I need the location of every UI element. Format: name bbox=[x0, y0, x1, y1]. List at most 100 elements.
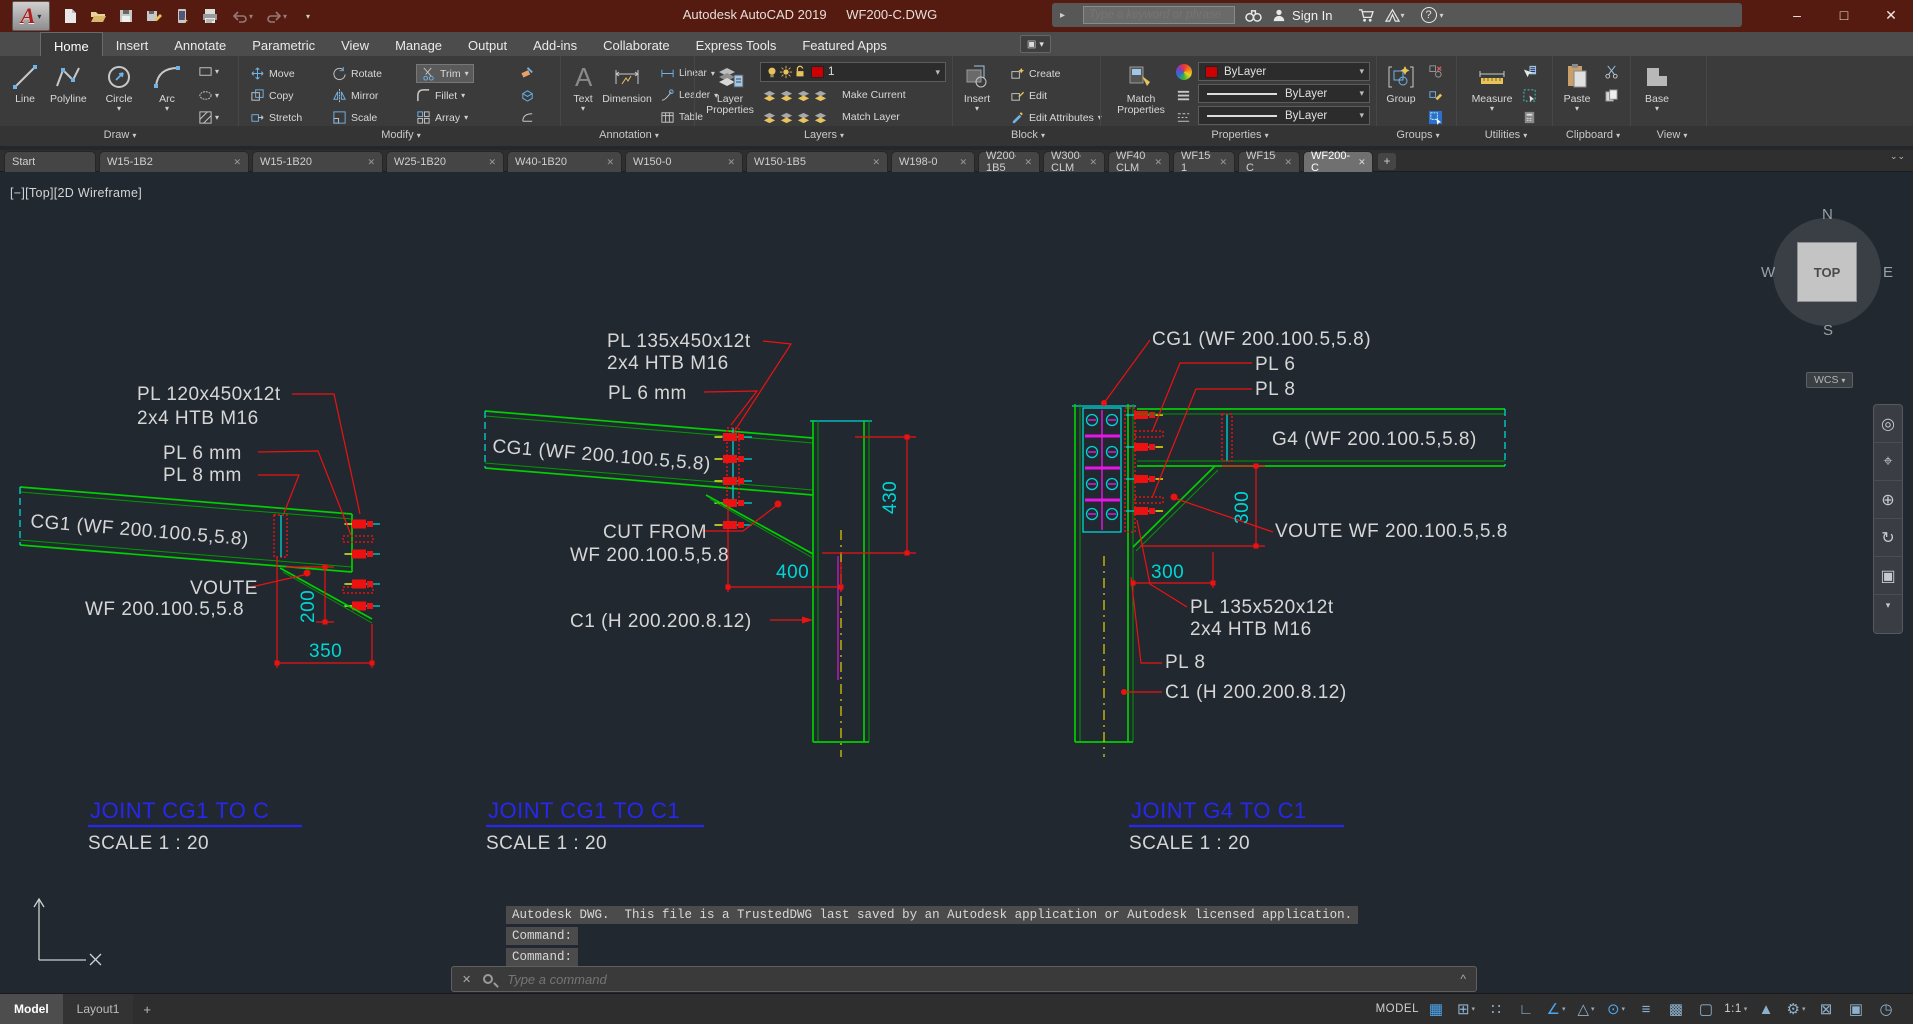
file-tab[interactable]: W300-CLM ✕ bbox=[1043, 150, 1105, 174]
drawing-canvas[interactable]: PL 120x450x12t 2x4 HTB M16 PL 6 mm PL 8 … bbox=[0, 172, 1913, 993]
annotation-visibility-icon[interactable]: ▲ bbox=[1753, 997, 1779, 1021]
drawing-area[interactable]: [−][Top][2D Wireframe] PL 120x450x12t 2x… bbox=[0, 172, 1913, 993]
layout1-tab[interactable]: Layout1 bbox=[62, 993, 134, 1024]
viewcube-east[interactable]: E bbox=[1883, 264, 1893, 281]
match-properties-button[interactable]: Match Properties bbox=[1112, 60, 1170, 116]
pan-icon[interactable]: ⌖ bbox=[1874, 443, 1902, 481]
file-tab[interactable]: WF150-C✕ bbox=[1238, 150, 1300, 174]
linetype-select[interactable]: ByLayer ▾ bbox=[1198, 106, 1370, 125]
table-button[interactable]: Table bbox=[660, 110, 703, 125]
panel-modify[interactable]: Modify ▾ bbox=[242, 129, 560, 141]
measure-button[interactable]: Measure ▾ bbox=[1466, 60, 1518, 113]
ellipse-button[interactable]: ▾ bbox=[198, 88, 219, 103]
layer-tool-icons-row2[interactable] bbox=[762, 110, 828, 125]
close-tab-icon[interactable]: ✕ bbox=[1024, 157, 1032, 168]
layer-tool-icons-row1[interactable] bbox=[762, 88, 828, 103]
panel-view[interactable]: View ▾ bbox=[1634, 129, 1710, 141]
new-drawing-tab-button[interactable]: + bbox=[1378, 153, 1396, 170]
layer-properties-button[interactable]: Layer Properties bbox=[702, 60, 758, 116]
new-layout-button[interactable]: + bbox=[133, 1002, 161, 1017]
close-button[interactable]: ✕ bbox=[1869, 0, 1913, 30]
file-tab[interactable]: W40-1B20 ✕ bbox=[507, 151, 622, 172]
panel-properties[interactable]: Properties ▾ bbox=[1104, 129, 1376, 141]
viewport-controls[interactable]: [−][Top][2D Wireframe] bbox=[10, 186, 142, 200]
file-tab[interactable]: W200-1B5 ✕ bbox=[978, 150, 1040, 174]
scale-button[interactable]: Scale bbox=[332, 110, 377, 125]
select-similar-button[interactable] bbox=[1522, 88, 1537, 103]
infer-constraints-icon[interactable]: ∷ bbox=[1483, 997, 1509, 1021]
edit-block-button[interactable]: Edit bbox=[1010, 88, 1047, 103]
zoom-icon[interactable]: ⊕ bbox=[1874, 481, 1902, 519]
close-tab-icon[interactable]: ✕ bbox=[1219, 157, 1227, 168]
navbar-customize-icon[interactable]: ▾ bbox=[1874, 595, 1902, 615]
app-store-cart-icon[interactable] bbox=[1357, 8, 1374, 23]
panel-block[interactable]: Block ▾ bbox=[956, 129, 1100, 141]
ribbon-tab-addins[interactable]: Add-ins bbox=[520, 32, 590, 56]
line-button[interactable]: Line bbox=[10, 60, 40, 105]
search-expand-icon[interactable]: ▸ bbox=[1060, 10, 1065, 21]
command-expand-icon[interactable]: ^ bbox=[1460, 972, 1466, 986]
redo-button[interactable]: ▾ bbox=[264, 4, 288, 28]
fillet-button[interactable]: Fillet ▾ bbox=[416, 88, 465, 103]
viewcube-north[interactable]: N bbox=[1822, 206, 1833, 223]
group-button[interactable]: Group bbox=[1386, 60, 1416, 105]
close-tab-icon[interactable]: ✕ bbox=[606, 157, 614, 168]
viewcube[interactable]: N W E S TOP bbox=[1761, 206, 1893, 342]
file-tab[interactable]: W25-1B20 ✕ bbox=[386, 151, 504, 172]
save-as-button[interactable] bbox=[142, 4, 166, 28]
insert-block-button[interactable]: Insert ▾ bbox=[962, 60, 992, 113]
autodesk-app-icon[interactable]: ▾ bbox=[1384, 8, 1405, 23]
file-tab-start[interactable]: Start bbox=[4, 151, 96, 172]
file-tab[interactable]: W150-0 ✕ bbox=[625, 151, 743, 172]
ribbon-tab-home[interactable]: Home bbox=[40, 32, 103, 56]
file-tab-active[interactable]: WF200-C ✕ bbox=[1303, 150, 1373, 174]
circle-button[interactable]: Circle ▾ bbox=[104, 60, 134, 113]
layer-select[interactable]: 1 ▾ bbox=[760, 62, 946, 82]
mirror-button[interactable]: Mirror bbox=[332, 88, 378, 103]
arc-button[interactable]: Arc ▾ bbox=[152, 60, 182, 113]
create-block-button[interactable]: Create bbox=[1010, 66, 1061, 81]
linetype-list-icon[interactable] bbox=[1176, 110, 1191, 125]
clean-screen-icon[interactable]: ▣ bbox=[1843, 997, 1869, 1021]
ribbon-tab-manage[interactable]: Manage bbox=[382, 32, 455, 56]
ungroup-button[interactable] bbox=[1428, 64, 1443, 79]
command-search-icon[interactable] bbox=[483, 974, 494, 984]
move-button[interactable]: Move bbox=[250, 66, 295, 81]
array-button[interactable]: Array ▾ bbox=[416, 110, 468, 125]
sign-in-button[interactable]: Sign In bbox=[1292, 8, 1332, 23]
user-icon[interactable] bbox=[1272, 8, 1286, 22]
panel-utilities[interactable]: Utilities ▾ bbox=[1460, 129, 1552, 141]
annotation-scale[interactable]: 1:1 ▾ bbox=[1723, 997, 1749, 1021]
minimize-button[interactable]: – bbox=[1775, 0, 1819, 30]
close-tab-icon[interactable]: ✕ bbox=[1358, 157, 1366, 168]
ribbon-tab-collaborate[interactable]: Collaborate bbox=[590, 32, 683, 56]
base-view-button[interactable]: Base ▾ bbox=[1642, 60, 1672, 113]
close-tab-icon[interactable]: ✕ bbox=[872, 157, 880, 168]
file-tab[interactable]: W198-0 ✕ bbox=[891, 151, 975, 172]
close-tab-icon[interactable]: ✕ bbox=[1089, 157, 1097, 168]
hatch-button[interactable]: ▾ bbox=[198, 110, 219, 125]
show-motion-icon[interactable]: ▣ bbox=[1874, 557, 1902, 595]
model-tab[interactable]: Model bbox=[0, 993, 63, 1024]
file-tab[interactable]: W15-1B20 ✕ bbox=[252, 151, 383, 172]
panel-draw[interactable]: Draw ▾ bbox=[2, 129, 238, 141]
plot-button[interactable] bbox=[198, 4, 222, 28]
performance-icon[interactable]: ◷ bbox=[1873, 997, 1899, 1021]
object-snap-icon[interactable]: ⊙ ▾ bbox=[1603, 997, 1629, 1021]
close-tab-icon[interactable]: ✕ bbox=[727, 157, 735, 168]
help-icon[interactable]: ? ▾ bbox=[1420, 7, 1444, 23]
ortho-icon[interactable]: ∟ bbox=[1513, 997, 1539, 1021]
join-button[interactable] bbox=[520, 110, 535, 125]
object-color-select[interactable]: ByLayer ▾ bbox=[1198, 62, 1370, 81]
polyline-button[interactable]: Polyline bbox=[50, 60, 87, 105]
orbit-icon[interactable]: ↻ bbox=[1874, 519, 1902, 557]
close-tab-icon[interactable]: ✕ bbox=[233, 157, 241, 168]
trim-button[interactable]: Trim ▾ bbox=[416, 64, 474, 83]
lineweight-list-icon[interactable] bbox=[1176, 88, 1191, 103]
polar-tracking-icon[interactable]: ∠ ▾ bbox=[1543, 997, 1569, 1021]
viewcube-west[interactable]: W bbox=[1761, 264, 1775, 281]
snap-icon[interactable]: ⊞ ▾ bbox=[1453, 997, 1479, 1021]
close-tab-icon[interactable]: ✕ bbox=[488, 157, 496, 168]
group-selection-toggle[interactable] bbox=[1428, 110, 1443, 125]
color-wheel-icon[interactable] bbox=[1176, 64, 1192, 80]
